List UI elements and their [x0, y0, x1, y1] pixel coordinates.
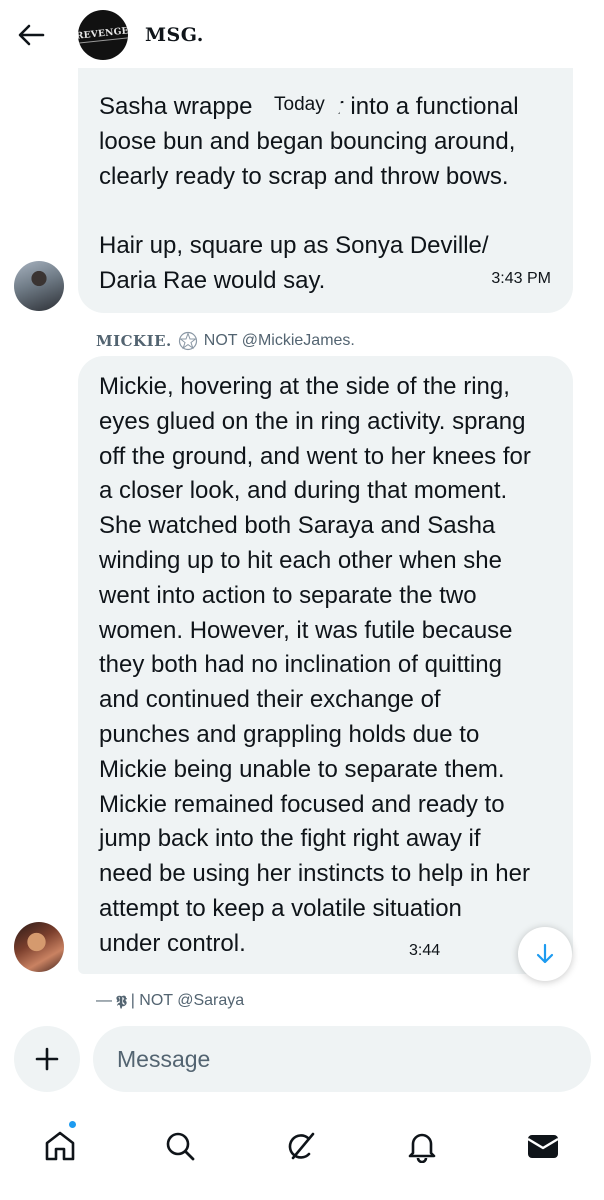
add-media-button[interactable] — [14, 1026, 80, 1092]
sender-note: NOT @MickieJames. — [203, 332, 355, 349]
scroll-to-bottom-button[interactable] — [518, 927, 572, 981]
bottom-nav — [0, 1104, 604, 1200]
sender-prefix: — — [96, 992, 112, 1009]
grok-icon — [288, 1132, 315, 1160]
group-logo: REVENGE — [78, 26, 128, 44]
message-bubble[interactable]: Mickie, hovering at the side of the ring… — [78, 356, 573, 974]
nav-messages[interactable] — [521, 1124, 565, 1168]
plus-icon — [35, 1047, 59, 1071]
header: REVENGE MSG. — [0, 0, 604, 68]
star-badge-icon — [178, 331, 197, 351]
message-timestamp: 3:44 — [409, 942, 441, 959]
message-input[interactable] — [93, 1026, 591, 1092]
sender-info: MICKIE. NOT @MickieJames. — [96, 330, 355, 352]
back-button[interactable] — [14, 18, 48, 52]
notification-dot — [68, 1120, 77, 1129]
nav-search[interactable] — [158, 1124, 202, 1168]
notifications-icon — [408, 1133, 436, 1163]
arrow-left-icon — [18, 24, 45, 46]
message-timestamp: 3:43 PM — [491, 270, 551, 288]
sender-glyph: 𝕻 — [116, 992, 127, 1010]
sender-name: MICKIE. — [96, 332, 172, 350]
sender-avatar[interactable] — [14, 261, 64, 311]
search-icon — [166, 1132, 195, 1161]
sender-note: | NOT @Saraya — [130, 992, 245, 1009]
next-sender-info: — 𝕻 | NOT @Saraya — [96, 992, 244, 1010]
group-avatar[interactable]: REVENGE — [78, 10, 128, 60]
home-icon — [45, 1131, 75, 1161]
messages-icon — [527, 1135, 559, 1158]
nav-notifications[interactable] — [400, 1124, 444, 1168]
arrow-down-icon — [536, 943, 554, 964]
conversation-title[interactable]: MSG. — [145, 24, 204, 46]
date-separator: Today — [258, 88, 341, 122]
nav-grok[interactable] — [279, 1124, 323, 1168]
sender-avatar[interactable] — [14, 922, 64, 972]
nav-home[interactable] — [38, 1124, 82, 1168]
message-text: Mickie, hovering at the side of the ring… — [99, 373, 531, 957]
